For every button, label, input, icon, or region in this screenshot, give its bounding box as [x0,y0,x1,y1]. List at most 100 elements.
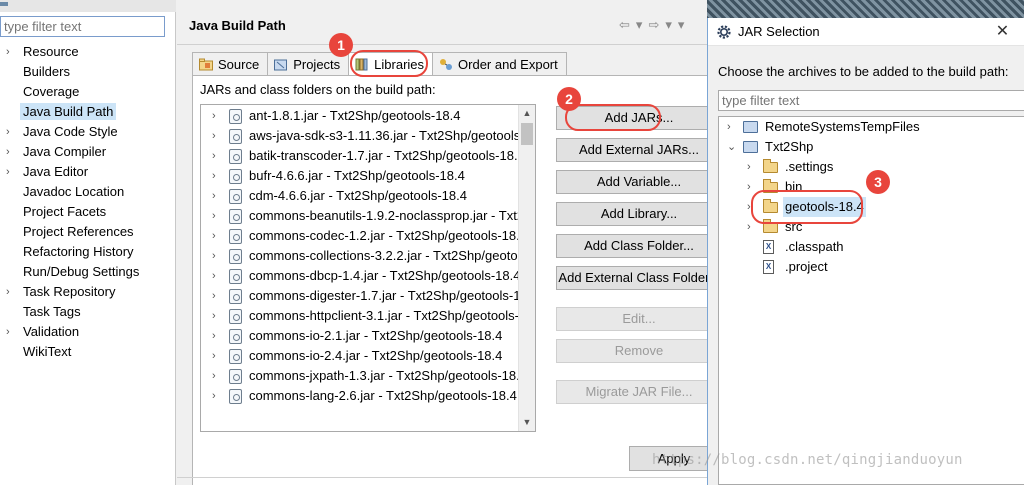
jar-item-label: commons-io-2.4.jar - Txt2Shp/geotools-18… [249,348,503,363]
sidebar-item[interactable]: Task Tags [0,302,176,322]
workspace-tree-item[interactable]: › src [719,217,1019,237]
add-variable-button[interactable]: Add Variable... [556,170,722,194]
expand-chevron-icon[interactable]: › [727,117,731,137]
expand-chevron-icon[interactable]: › [212,186,216,206]
add-jars-button[interactable]: Add JARs... [556,106,722,130]
jar-list[interactable]: › ant-1.8.1.jar - Txt2Shp/geotools-18.4 › a… [200,104,536,432]
workspace-tree-item[interactable]: › geotools-18.4 [719,197,1019,217]
expand-chevron-icon[interactable]: › [6,282,10,302]
expand-chevron-icon[interactable]: › [6,42,10,62]
expand-chevron-icon[interactable]: › [6,162,10,182]
page-title: Java Build Path [189,18,286,33]
jar-item-label: commons-collections-3.2.2.jar - Txt2Shp/… [249,248,519,263]
jar-list-item[interactable]: › commons-jxpath-1.3.jar - Txt2Shp/geotoo… [201,366,519,386]
back-menu-chevron-icon[interactable]: ▾ [636,17,643,33]
jar-list-scrollbar[interactable]: ▲ ▼ [518,105,535,431]
jar-list-item[interactable]: › commons-httpclient-3.1.jar - Txt2Shp/ge… [201,306,519,326]
sidebar-item[interactable]: Javadoc Location [0,182,176,202]
expand-chevron-icon[interactable]: › [212,166,216,186]
expand-chevron-icon[interactable]: › [212,286,216,306]
add-external-class-folder-button[interactable]: Add External Class Folder... [556,266,722,290]
jar-list-item[interactable]: › commons-io-2.4.jar - Txt2Shp/geotools-1… [201,346,519,366]
tab-source[interactable]: Source [192,52,269,76]
sidebar-item[interactable]: WikiText [0,342,176,362]
jar-list-item[interactable]: › commons-dbcp-1.4.jar - Txt2Shp/geotools… [201,266,519,286]
workspace-tree-item[interactable]: › RemoteSystemsTempFiles [719,117,1019,137]
sidebar-item[interactable]: › Task Repository [0,282,176,302]
workspace-tree-item[interactable]: X .project [719,257,1019,277]
expand-chevron-icon[interactable]: › [747,197,751,217]
jar-list-item[interactable]: › commons-codec-1.2.jar - Txt2Shp/geotool… [201,226,519,246]
sidebar-item[interactable]: Refactoring History [0,242,176,262]
tab-order-and-export[interactable]: Order and Export [432,52,567,76]
dialog-filter-input[interactable] [718,90,1024,111]
forward-menu-chevron-icon[interactable]: ▾ [665,17,672,33]
expand-chevron-icon[interactable]: › [212,146,216,166]
sidebar-item-label: Refactoring History [23,244,134,259]
jar-file-icon [229,149,242,164]
jar-list-item[interactable]: › bufr-4.6.6.jar - Txt2Shp/geotools-18.4 [201,166,519,186]
close-icon[interactable]: ✕ [980,18,1024,46]
jar-list-item[interactable]: › aws-java-sdk-s3-1.11.36.jar - Txt2Shp/g… [201,126,519,146]
expand-chevron-icon[interactable]: › [212,106,216,126]
sidebar-item[interactable]: › Resource [0,42,176,62]
java-build-path-panel: Java Build Path ⇦ ▾ ⇨ ▾ ▾ Source Project… [177,0,722,485]
migrate-jar-button[interactable]: Migrate JAR File... [556,380,722,404]
view-menu-chevron-icon[interactable]: ▾ [678,17,685,33]
sidebar-item[interactable]: Project References [0,222,176,242]
edit-button[interactable]: Edit... [556,307,722,331]
sidebar-item[interactable]: › Java Compiler [0,142,176,162]
sidebar-item[interactable]: Builders [0,62,176,82]
folder-icon [763,219,778,233]
expand-chevron-icon[interactable]: › [212,346,216,366]
jar-list-item[interactable]: › batik-transcoder-1.7.jar - Txt2Shp/geot… [201,146,519,166]
expand-chevron-icon[interactable]: › [747,217,751,237]
expand-chevron-icon[interactable]: › [212,366,216,386]
jar-list-item[interactable]: › commons-collections-3.2.2.jar - Txt2Shp… [201,246,519,266]
expand-chevron-icon[interactable]: › [212,246,216,266]
workspace-tree-item[interactable]: ⌄ Txt2Shp [719,137,1019,157]
sidebar-item[interactable]: Run/Debug Settings [0,262,176,282]
sidebar-item[interactable]: › Java Code Style [0,122,176,142]
sidebar-item[interactable]: › Validation [0,322,176,342]
expand-chevron-icon[interactable]: › [212,266,216,286]
scroll-down-icon[interactable]: ▼ [519,414,535,431]
expand-chevron-icon[interactable]: › [212,306,216,326]
properties-filter-input[interactable] [0,16,165,37]
add-external-jars-button[interactable]: Add External JARs... [556,138,722,162]
back-arrow-icon[interactable]: ⇦ [619,17,630,33]
forward-arrow-icon[interactable]: ⇨ [648,17,659,33]
collapse-chevron-icon[interactable]: ⌄ [727,137,736,157]
tab-libraries[interactable]: Libraries [348,52,434,76]
sidebar-item[interactable]: › Java Editor [0,162,176,182]
jar-item-label: commons-jxpath-1.3.jar - Txt2Shp/geotool… [249,368,519,383]
jar-list-item[interactable]: › commons-beanutils-1.9.2-noclassprop.jar… [201,206,519,226]
sidebar-item-label: Coverage [23,84,80,99]
sidebar-item[interactable]: Project Facets [0,202,176,222]
sidebar-item-label: Java Editor [23,164,89,179]
add-library-button[interactable]: Add Library... [556,202,722,226]
expand-chevron-icon[interactable]: › [212,226,216,246]
expand-chevron-icon[interactable]: › [747,177,751,197]
expand-chevron-icon[interactable]: › [212,206,216,226]
jar-list-item[interactable]: › cdm-4.6.6.jar - Txt2Shp/geotools-18.4 [201,186,519,206]
jar-list-item[interactable]: › commons-io-2.1.jar - Txt2Shp/geotools-1… [201,326,519,346]
expand-chevron-icon[interactable]: › [212,326,216,346]
expand-chevron-icon[interactable]: › [747,157,751,177]
expand-chevron-icon[interactable]: › [6,122,10,142]
workspace-tree-item[interactable]: X .classpath [719,237,1019,257]
jar-list-item[interactable]: › ant-1.8.1.jar - Txt2Shp/geotools-18.4 [201,106,519,126]
scroll-up-icon[interactable]: ▲ [519,105,535,122]
jar-list-item[interactable]: › commons-lang-2.6.jar - Txt2Shp/geotools… [201,386,519,406]
remove-button[interactable]: Remove [556,339,722,363]
scroll-thumb[interactable] [521,123,533,145]
jar-list-item[interactable]: › commons-digester-1.7.jar - Txt2Shp/geot… [201,286,519,306]
expand-chevron-icon[interactable]: › [6,142,10,162]
file-icon: X [763,260,774,274]
expand-chevron-icon[interactable]: › [212,126,216,146]
expand-chevron-icon[interactable]: › [212,386,216,406]
sidebar-item[interactable]: Coverage [0,82,176,102]
add-class-folder-button[interactable]: Add Class Folder... [556,234,722,258]
expand-chevron-icon[interactable]: › [6,322,10,342]
sidebar-item[interactable]: Java Build Path [0,102,176,122]
